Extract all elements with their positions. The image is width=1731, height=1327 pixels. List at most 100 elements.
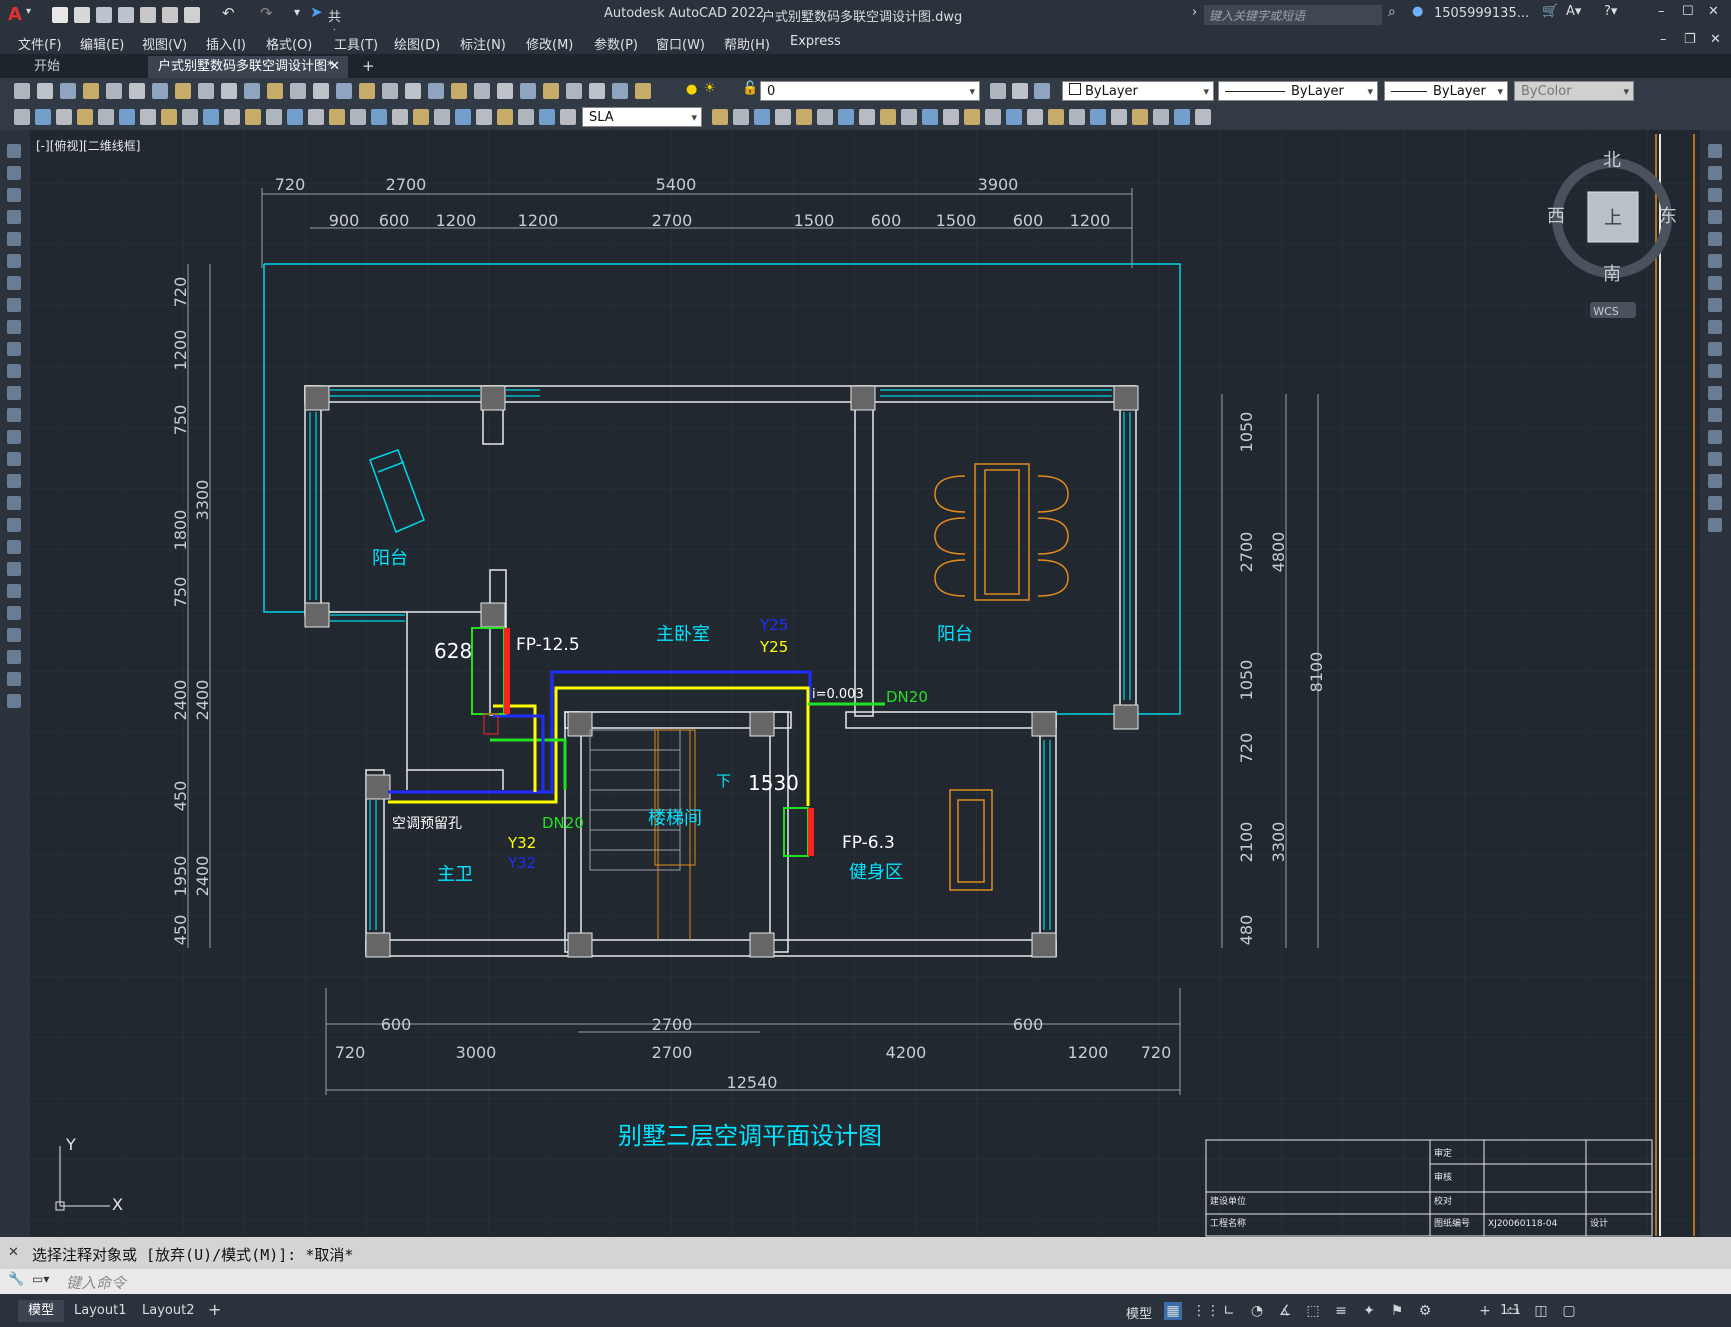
draw-tool-icon[interactable] (7, 540, 21, 554)
plotstyle-dropdown[interactable]: ByColor ▾ (1514, 81, 1634, 101)
dimension-tool-icon[interactable] (880, 109, 896, 125)
compass-east[interactable]: 东 (1659, 206, 1677, 227)
menu-help[interactable]: 帮助(H) (724, 34, 770, 53)
draw-tool-icon[interactable] (7, 276, 21, 290)
dimension-tool-icon[interactable] (413, 109, 429, 125)
standard-tool-icon[interactable] (83, 83, 99, 99)
menu-tools[interactable]: 工具(T) (334, 34, 378, 53)
compass-north[interactable]: 北 (1603, 150, 1621, 171)
dimension-tool-icon[interactable] (119, 109, 135, 125)
status-toggle-icon[interactable]: ⋮⋮ (1192, 1302, 1220, 1320)
modify-tool-icon[interactable] (1708, 144, 1722, 158)
modify-tool-icon[interactable] (1708, 364, 1722, 378)
standard-tool-icon[interactable] (37, 83, 53, 99)
autocad-logo[interactable]: A (8, 4, 22, 25)
customize-qat-icon[interactable]: ▾ (294, 5, 300, 19)
menu-window[interactable]: 窗口(W) (656, 34, 705, 53)
standard-tool-icon[interactable] (359, 83, 375, 99)
dimension-tool-icon[interactable] (560, 109, 576, 125)
annotation-scale[interactable]: 1:1 (1500, 1303, 1521, 1318)
dimension-tool-icon[interactable] (350, 109, 366, 125)
standard-tool-icon[interactable] (198, 83, 214, 99)
dimension-tool-icon[interactable] (371, 109, 387, 125)
standard-tool-icon[interactable] (244, 83, 260, 99)
dimension-tool-icon[interactable] (1006, 109, 1022, 125)
tab-layout2[interactable]: Layout2 (132, 1300, 204, 1322)
drawing-canvas[interactable]: 720 2700 5400 3900 900 600 1200 1200 2700 1500 600… (0, 130, 1731, 1237)
compass-west[interactable]: 西 (1547, 206, 1565, 227)
dimension-tool-icon[interactable] (497, 109, 513, 125)
dimension-tool-icon[interactable] (161, 109, 177, 125)
standard-tool-icon[interactable] (520, 83, 536, 99)
menu-express[interactable]: Express (790, 34, 841, 49)
status-toggle-icon[interactable]: ⬚ (1304, 1302, 1322, 1320)
standard-tool-icon[interactable] (589, 83, 605, 99)
standard-tool-icon[interactable] (612, 83, 628, 99)
modify-tool-icon[interactable] (1708, 342, 1722, 356)
menu-file[interactable]: 文件(F) (18, 34, 62, 53)
standard-tool-icon[interactable] (152, 83, 168, 99)
modify-tool-icon[interactable] (1708, 496, 1722, 510)
dimension-tool-icon[interactable] (838, 109, 854, 125)
dimension-tool-icon[interactable] (985, 109, 1001, 125)
standard-tool-icon[interactable] (382, 83, 398, 99)
standard-tool-icon[interactable] (635, 83, 651, 99)
dimension-tool-icon[interactable] (1132, 109, 1148, 125)
layer-lock-icon[interactable]: 🔓 (742, 81, 758, 96)
open-web-icon[interactable] (140, 7, 156, 23)
textstyle-dropdown[interactable]: SLA ▾ (582, 107, 702, 127)
command-recent-icon[interactable]: ▭▾ (32, 1272, 49, 1286)
standard-tool-icon[interactable] (543, 83, 559, 99)
draw-tool-icon[interactable] (7, 188, 21, 202)
dimension-tool-icon[interactable] (901, 109, 917, 125)
draw-tool-icon[interactable] (7, 166, 21, 180)
dimension-tool-icon[interactable] (266, 109, 282, 125)
standard-tool-icon[interactable] (428, 83, 444, 99)
draw-tool-icon[interactable] (7, 452, 21, 466)
tab-start[interactable]: 开始 (24, 56, 144, 78)
draw-tool-icon[interactable] (7, 232, 21, 246)
draw-tool-icon[interactable] (7, 650, 21, 664)
modify-tool-icon[interactable] (1708, 320, 1722, 334)
share-icon[interactable]: ➤ (310, 3, 323, 21)
tab-close-icon[interactable]: ✕ (329, 56, 340, 78)
menu-view[interactable]: 视图(V) (142, 34, 187, 53)
dimension-tool-icon[interactable] (1048, 109, 1064, 125)
plot-icon[interactable] (184, 7, 200, 23)
status-toggle-icon[interactable]: + (1476, 1302, 1494, 1320)
dimension-tool-icon[interactable] (1027, 109, 1043, 125)
dimension-tool-icon[interactable] (287, 109, 303, 125)
menu-parametric[interactable]: 参数(P) (594, 34, 638, 53)
model-space-button[interactable]: 模型 (1126, 1303, 1152, 1322)
dimension-tool-icon[interactable] (922, 109, 938, 125)
dimension-tool-icon[interactable] (56, 109, 72, 125)
dimension-tool-icon[interactable] (476, 109, 492, 125)
standard-tool-icon[interactable] (221, 83, 237, 99)
dimension-tool-icon[interactable] (14, 109, 30, 125)
doc-close-icon[interactable]: ✕ (1710, 32, 1721, 47)
layer-sun-icon[interactable]: ☀ (704, 81, 716, 96)
modify-tool-icon[interactable] (1708, 210, 1722, 224)
standard-tool-icon[interactable] (313, 83, 329, 99)
wrench-icon[interactable]: 🔧 (8, 1272, 24, 1287)
standard-tool-icon[interactable] (566, 83, 582, 99)
dimension-tool-icon[interactable] (1111, 109, 1127, 125)
draw-tool-icon[interactable] (7, 496, 21, 510)
dimension-tool-icon[interactable] (796, 109, 812, 125)
store-icon[interactable]: 🛒 (1542, 4, 1558, 19)
status-toggle-icon[interactable]: ⚙ (1416, 1302, 1434, 1320)
modify-tool-icon[interactable] (1708, 386, 1722, 400)
dimension-tool-icon[interactable] (775, 109, 791, 125)
draw-tool-icon[interactable] (7, 430, 21, 444)
modify-tool-icon[interactable] (1708, 276, 1722, 290)
draw-tool-icon[interactable] (7, 320, 21, 334)
dimension-tool-icon[interactable] (245, 109, 261, 125)
dimension-tool-icon[interactable] (1153, 109, 1169, 125)
status-toggle-icon[interactable]: ∟ (1220, 1302, 1238, 1320)
draw-tool-icon[interactable] (7, 562, 21, 576)
app-menu-chevron-icon[interactable]: ▾ (26, 6, 31, 17)
standard-tool-icon[interactable] (474, 83, 490, 99)
menu-dimension[interactable]: 标注(N) (460, 34, 506, 53)
status-toggle-icon[interactable]: ◫ (1532, 1302, 1550, 1320)
add-layout-button[interactable]: + (208, 1300, 221, 1319)
